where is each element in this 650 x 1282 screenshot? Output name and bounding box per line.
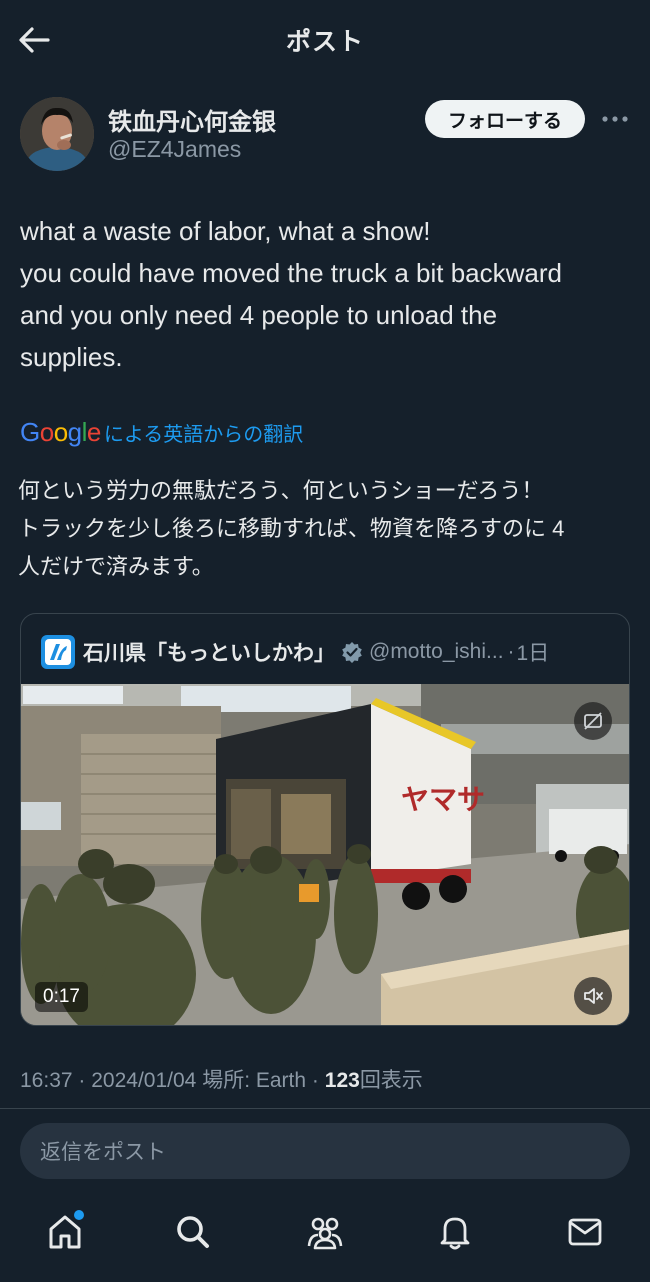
views-label: 回表示 (359, 1069, 423, 1092)
nav-notifications[interactable] (430, 1210, 480, 1254)
no-captions-icon (584, 712, 602, 730)
google-logo-letter: o (53, 416, 68, 447)
ellipsis-icon (602, 116, 628, 122)
quoted-handle: @motto_ishi... (369, 640, 504, 663)
google-logo-letter: e (86, 416, 101, 447)
reply-placeholder: 返信をポスト (40, 1141, 166, 1164)
post-line: what a waste of labor, what a show! (20, 216, 431, 246)
quoted-post[interactable]: 石川県「もっといしかわ」 @motto_ishi... · 1日 ヤマサ 0:1… (20, 613, 630, 1026)
search-icon (177, 1216, 209, 1248)
separator-dot: · (507, 640, 515, 663)
video-player[interactable]: ヤマサ 0:17 (21, 684, 629, 1025)
video-frame: ヤマサ (21, 684, 629, 1025)
video-settings-button[interactable] (574, 702, 612, 740)
quoted-display-name: 石川県「もっといしかわ」 (83, 642, 335, 665)
post-line: supplies. (20, 342, 123, 372)
video-duration: 0:17 (35, 982, 88, 1012)
google-logo-letter: o (39, 416, 54, 447)
quoted-timestamp: 1日 (516, 642, 550, 665)
separator-dot: · (311, 1069, 319, 1092)
more-button[interactable] (598, 106, 632, 132)
google-logo-letter: G (20, 416, 40, 447)
muted-speaker-icon (584, 988, 603, 1004)
avatar-image (20, 97, 94, 171)
notifications-icon (440, 1217, 470, 1250)
quoted-avatar (41, 635, 75, 669)
post-line: you could have moved the truck a bit bac… (20, 258, 562, 288)
unread-dot (74, 1210, 84, 1220)
post-line: and you only need 4 people to unload the (20, 300, 498, 330)
page-title: ポスト (285, 28, 364, 56)
translation-attribution[interactable]: Google による英語からの翻訳 (20, 416, 303, 448)
google-logo: Google (20, 417, 101, 448)
display-name[interactable]: 铁血丹心何金银 (108, 102, 276, 137)
top-bar: ポスト (0, 0, 650, 80)
follow-button[interactable]: フォローする (425, 100, 585, 138)
bottom-nav (0, 1196, 650, 1282)
post-date: 2024/01/04 (91, 1069, 197, 1092)
reply-input[interactable]: 返信をポスト (20, 1123, 630, 1179)
nav-communities[interactable] (300, 1210, 350, 1254)
mute-button[interactable] (574, 977, 612, 1015)
avatar[interactable] (20, 97, 94, 171)
truck-sign: ヤマサ (401, 784, 485, 815)
quoted-post-header: 石川県「もっといしかわ」 @motto_ishi... · 1日 (41, 634, 611, 670)
user-handle[interactable]: @EZ4James (108, 136, 241, 163)
nav-home[interactable] (40, 1210, 90, 1254)
translated-line: 何という労力の無駄だろう、何というショーだろう！ (18, 478, 544, 503)
post-meta: 16:37 · 2024/01/04 場所: Earth · 123回表示 (20, 1064, 423, 1094)
translated-line: 人だけで済みます。 (18, 554, 214, 579)
verified-badge-icon (341, 641, 363, 663)
views-count[interactable]: 123 (325, 1069, 360, 1092)
ishikawa-logo-icon (45, 639, 71, 665)
translation-label: による英語からの翻訳 (103, 423, 304, 446)
translated-text: 何という労力の無駄だろう、何というショーだろう！ トラックを少し後ろに移動すれば… (18, 472, 632, 586)
post-text: what a waste of labor, what a show! you … (20, 210, 632, 378)
separator-dot: · (78, 1069, 86, 1092)
messages-icon (568, 1218, 602, 1246)
communities-icon (307, 1217, 343, 1250)
divider (0, 1108, 650, 1109)
nav-search[interactable] (168, 1210, 218, 1254)
post-time: 16:37 (20, 1069, 73, 1092)
google-logo-letter: g (67, 416, 82, 447)
nav-messages[interactable] (560, 1210, 610, 1254)
post-location: 場所: Earth (202, 1069, 307, 1092)
translated-line: トラックを少し後ろに移動すれば、物資を降ろすのに 4 (18, 516, 565, 541)
